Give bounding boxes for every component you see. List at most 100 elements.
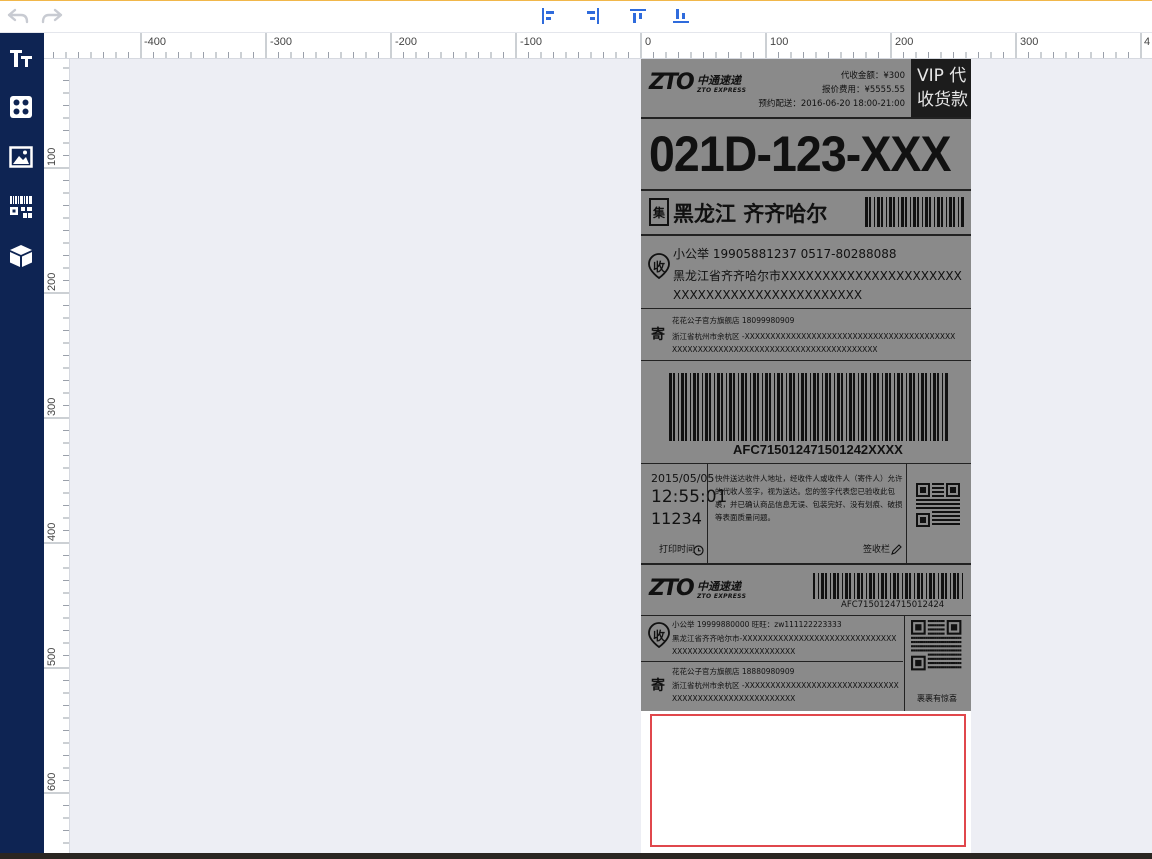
barcode-bar [921,373,924,441]
qr-module [936,515,938,517]
qr-module [944,662,947,665]
qr-module [946,519,948,521]
undo-button[interactable] [4,3,32,29]
ruler-label: 0 [645,36,652,48]
qr-module [940,511,942,513]
barcode-bar [729,373,732,441]
barcode-bar [693,373,696,441]
qr-module [946,645,949,648]
qr-module [954,511,956,513]
qr-module [934,507,936,509]
design-canvas[interactable] [70,59,1152,853]
barcode-bar [861,373,864,441]
shipping-label[interactable]: ZTO 中通速递 ZTO EXPRESS 代收金额：¥300 报价费用：¥555… [641,59,971,853]
qr-module [936,649,939,652]
barcode-qr-tool-button[interactable] [6,192,36,222]
stub-zto-logo-cn: 中通速递 [697,580,741,593]
qr-module [952,511,954,513]
qr-module [944,503,946,505]
qr-module [944,636,947,639]
qr-module [929,624,932,627]
barcode-bar [885,573,887,599]
barcode-bar [882,373,883,441]
qr-module [957,657,960,660]
barcode-bar [949,197,952,227]
qr-module [952,499,954,501]
align-left-button[interactable] [537,3,561,29]
stub-barcode [813,573,963,599]
qr-module [921,649,924,652]
ruler-label: 500 [46,647,58,666]
align-top-button[interactable] [626,3,650,29]
barcode-bar [957,573,959,599]
qr-module [944,511,946,513]
qr-module [936,491,938,493]
qr-module [954,515,956,517]
qr-module [929,645,932,648]
qr-module [917,636,920,639]
qr-module [918,503,920,505]
align-right-button[interactable] [580,3,604,29]
barcode-bar [793,373,795,441]
ruler-label: 4 [1144,36,1151,48]
qr-module [932,499,934,501]
barcode-bar [709,373,711,441]
qr-module [921,636,924,639]
text-tool-button[interactable] [6,43,36,73]
qr-module [934,624,937,627]
qr-module [956,511,958,513]
qr-module [938,636,941,639]
selected-signature-box[interactable] [650,714,966,847]
align-bottom-button[interactable] [669,3,693,29]
qr-module [934,636,937,639]
qr-module [955,662,958,665]
label-template-image[interactable]: ZTO 中通速递 ZTO EXPRESS 代收金额：¥300 报价费用：¥555… [641,59,971,711]
qr-module [955,666,958,669]
qr-module [923,645,926,648]
barcode-bar [906,373,907,441]
vip-cod-badge: VIP 代 收货款 [911,59,971,117]
barcode-bar [750,373,751,441]
qr-module [936,483,938,485]
barcode-bar [926,573,927,599]
qr-module [929,632,932,635]
qr-module [958,507,960,509]
barcode-bar [929,573,932,599]
shapes-tool-button[interactable] [6,92,36,122]
divider [641,234,971,236]
qr-module [921,645,924,648]
qr-module [924,507,926,509]
sender-address-2: XXXXXXXXXXXXXXXXXXXXXXXXXXXXXXXXXXXXXXXX [672,345,878,354]
qr-module [920,499,922,501]
collect-badge: 集 [649,198,669,226]
qr-module [948,519,950,521]
image-tool-button[interactable] [6,142,36,172]
stub-recipient-line-1: 小公举 19999880000 旺旺：zw111122223333 [672,620,842,629]
print-time-label: 打印时间 [659,545,696,555]
barcode-bar [733,373,735,441]
qr-module [925,645,928,648]
barcode-bar [853,373,855,441]
barcode-bar [962,573,963,599]
qr-module [924,503,926,505]
qr-module [959,636,962,639]
divider [641,189,971,191]
qr-module [944,645,947,648]
qr-module [942,523,944,525]
qr-module [927,662,930,665]
qr-module [927,628,930,631]
qr-module [946,653,949,656]
stub-tracking-number: AFC7150124715012424 [841,600,945,610]
qr-module [957,666,960,669]
qr-module [942,507,944,509]
redo-button[interactable] [38,3,66,29]
qr-module [948,649,951,652]
barcode-qr-tool-icon [10,196,32,218]
qr-module [934,628,937,631]
qr-module [957,649,960,652]
qr-module [929,649,932,652]
qr-module [953,645,956,648]
box-3d-tool-button[interactable] [6,241,36,271]
ruler-label: 200 [46,272,58,291]
qr-module [940,645,943,648]
